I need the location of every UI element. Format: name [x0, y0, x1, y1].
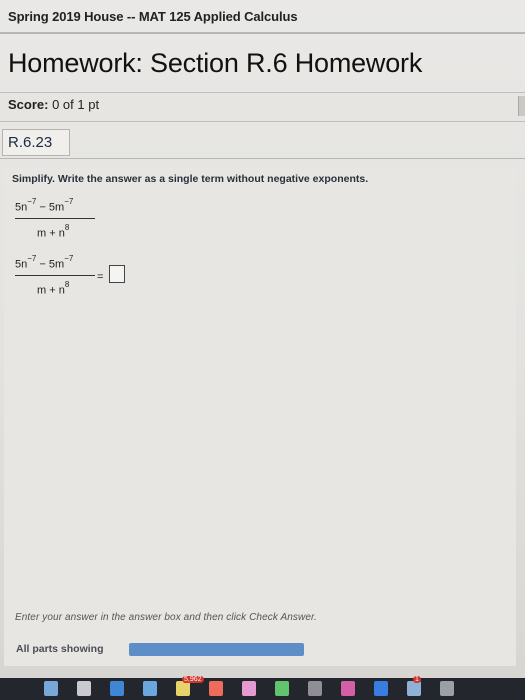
numerator-exp1: −7 — [27, 197, 37, 206]
preview-icon[interactable] — [407, 681, 421, 696]
page-title: Homework: Section R.6 Homework — [8, 48, 423, 78]
equals-sign: = — [97, 271, 104, 283]
course-title: Spring 2019 House -- MAT 125 Applied Cal… — [8, 9, 298, 24]
parts-progress-fill — [129, 643, 304, 656]
scrollbar-handle[interactable] — [518, 96, 525, 116]
answer-hint: Enter your answer in the answer box and … — [15, 612, 317, 623]
trash-icon[interactable] — [440, 681, 454, 696]
settings-icon[interactable] — [308, 681, 322, 696]
fraction-numerator: 5n−7 − 5m−7 — [15, 197, 74, 214]
answer-denominator-exp: 8 — [64, 280, 70, 289]
fraction-denominator: m + n8 — [37, 223, 70, 240]
denominator-base: m + n — [37, 227, 65, 240]
dock: 5,962 1 — [0, 676, 525, 700]
expression-fraction: 5n−7 − 5m−7 m + n8 — [15, 197, 95, 243]
answer-numerator-term2: − 5m — [36, 258, 65, 271]
answer-fraction: 5n−7 − 5m−7 m + n8 — [15, 254, 95, 300]
mail-badge: 5,962 — [182, 676, 204, 683]
header-divider — [0, 32, 525, 34]
mail-icon[interactable] — [143, 681, 157, 696]
notes-icon[interactable] — [176, 681, 190, 696]
numerator-term2: − 5m — [36, 201, 65, 214]
question-instruction: Simplify. Write the answer as a single t… — [12, 173, 369, 185]
numerator-term1: 5n — [15, 201, 28, 214]
score-text: Score: 0 of 1 pt — [8, 97, 99, 112]
answer-denominator: m + n8 — [37, 280, 70, 297]
launchpad-icon[interactable] — [77, 681, 91, 696]
score-bar: Score: 0 of 1 pt — [0, 92, 525, 122]
answer-numerator-term1: 5n — [15, 258, 28, 271]
screen: Spring 2019 House -- MAT 125 Applied Cal… — [0, 0, 525, 700]
notification-badge: 1 — [413, 676, 421, 683]
question-id: R.6.23 — [8, 134, 53, 151]
denominator-exp: 8 — [64, 223, 70, 232]
numerator-exp2: −7 — [64, 197, 74, 206]
answer-numerator: 5n−7 − 5m−7 — [15, 254, 74, 271]
messages-icon[interactable] — [275, 681, 289, 696]
score-label: Score: — [8, 97, 49, 112]
question-divider — [0, 158, 525, 159]
answer-denominator-base: m + n — [37, 284, 65, 297]
app-store-icon[interactable] — [374, 681, 388, 696]
safari-icon[interactable] — [110, 681, 124, 696]
itunes-icon[interactable] — [341, 681, 355, 696]
question-id-box: R.6.23 — [2, 129, 70, 156]
parts-row: All parts showing — [12, 640, 512, 660]
finder-icon[interactable] — [44, 681, 58, 696]
parts-label: All parts showing — [16, 643, 104, 655]
fraction-bar — [15, 218, 95, 219]
answer-numerator-exp2: −7 — [64, 254, 74, 263]
parts-progress-bar — [129, 643, 304, 656]
answer-numerator-exp1: −7 — [27, 254, 37, 263]
answer-input[interactable] — [109, 265, 125, 283]
score-value: 0 of 1 pt — [52, 97, 100, 112]
photos-icon[interactable] — [242, 681, 256, 696]
answer-fraction-bar — [15, 275, 95, 276]
calendar-icon[interactable] — [209, 681, 223, 696]
